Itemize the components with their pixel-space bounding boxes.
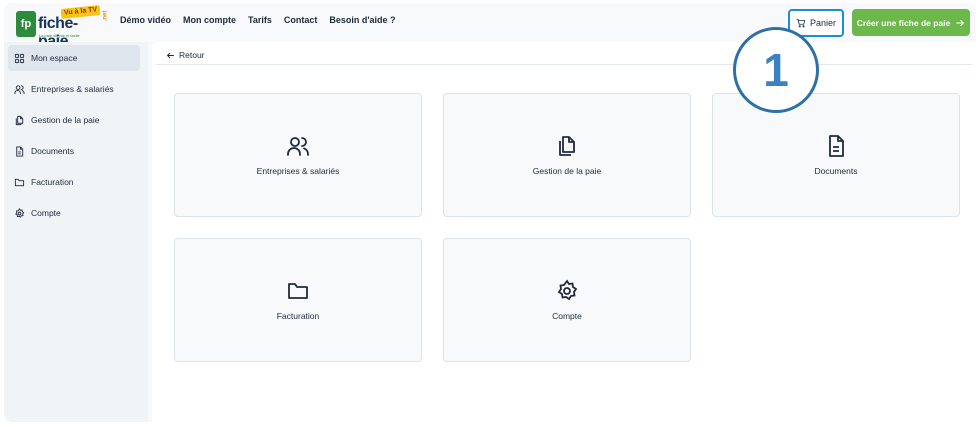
gear-icon: [557, 279, 578, 301]
main-content: Retour Entreprises & salariés Gestion de…: [152, 42, 976, 422]
create-payslip-button[interactable]: Créer une fiche de paie: [852, 9, 970, 36]
top-bar: fp fiche-paie Vu à la TV .net La paie si…: [4, 3, 976, 50]
sidebar-item-label: Facturation: [31, 177, 74, 187]
logo-tagline: La paie simple et facile: [39, 33, 80, 38]
cart-label: Panier: [809, 18, 836, 28]
card-label: Entreprises & salariés: [256, 166, 340, 176]
divider: [156, 64, 972, 65]
document-icon: [829, 135, 844, 157]
step-callout: 1: [733, 27, 819, 113]
nav-besoin-aide[interactable]: Besoin d'aide ?: [329, 15, 395, 25]
logo[interactable]: fp fiche-paie Vu à la TV .net La paie si…: [16, 4, 109, 50]
step-number: 1: [763, 44, 789, 96]
sidebar-item-documents[interactable]: Documents: [8, 138, 140, 164]
arrow-left-icon: [167, 52, 174, 58]
card-label: Compte: [552, 311, 582, 321]
sidebar-item-label: Compte: [31, 208, 61, 218]
document-icon: [16, 145, 24, 157]
nav-demo-video[interactable]: Démo vidéo: [120, 15, 171, 25]
arrow-right-icon: [956, 19, 965, 26]
create-payslip-label: Créer une fiche de paie: [856, 17, 951, 28]
back-link[interactable]: Retour: [166, 50, 205, 60]
card-compte[interactable]: Compte: [443, 238, 691, 362]
nav-tarifs[interactable]: Tarifs: [248, 15, 272, 25]
main-nav: Démo vidéo Mon compte Tarifs Contact Bes…: [120, 15, 396, 25]
sidebar-item-facturation[interactable]: Facturation: [8, 169, 140, 195]
app-window: fp fiche-paie Vu à la TV .net La paie si…: [4, 3, 976, 422]
card-entreprises[interactable]: Entreprises & salariés: [174, 93, 422, 217]
card-label: Facturation: [276, 311, 320, 321]
folder-icon: [288, 283, 308, 299]
back-label: Retour: [179, 50, 205, 60]
card-label: Documents: [814, 166, 858, 176]
users-icon: [14, 84, 25, 94]
logo-badge: fp: [16, 11, 36, 37]
grid-icon: [14, 53, 25, 63]
nav-contact[interactable]: Contact: [284, 15, 318, 25]
sidebar-item-mon-espace[interactable]: Mon espace: [8, 45, 140, 71]
sidebar-item-gestion-paie[interactable]: Gestion de la paie: [8, 107, 140, 133]
sidebar-item-label: Mon espace: [31, 53, 78, 63]
nav-mon-compte[interactable]: Mon compte: [183, 15, 236, 25]
sidebar-item-compte[interactable]: Compte: [8, 200, 140, 226]
card-facturation[interactable]: Facturation: [174, 238, 422, 362]
gear-icon: [15, 207, 25, 218]
card-documents[interactable]: Documents: [712, 93, 960, 217]
files-icon: [15, 115, 24, 125]
card-label: Gestion de la paie: [532, 166, 602, 176]
sidebar-item-label: Entreprises & salariés: [31, 84, 114, 94]
card-gestion-paie[interactable]: Gestion de la paie: [443, 93, 691, 217]
folder-icon: [14, 178, 25, 186]
sidebar-item-label: Gestion de la paie: [31, 115, 100, 125]
users-icon: [287, 137, 309, 156]
sidebar-item-entreprises[interactable]: Entreprises & salariés: [8, 76, 140, 102]
files-icon: [559, 136, 575, 156]
sidebar-item-label: Documents: [31, 146, 74, 156]
logo-net: .net: [102, 10, 109, 22]
cart-icon: [796, 18, 806, 28]
sidebar: Mon espace Entreprises & salariés Gestio…: [4, 42, 148, 422]
